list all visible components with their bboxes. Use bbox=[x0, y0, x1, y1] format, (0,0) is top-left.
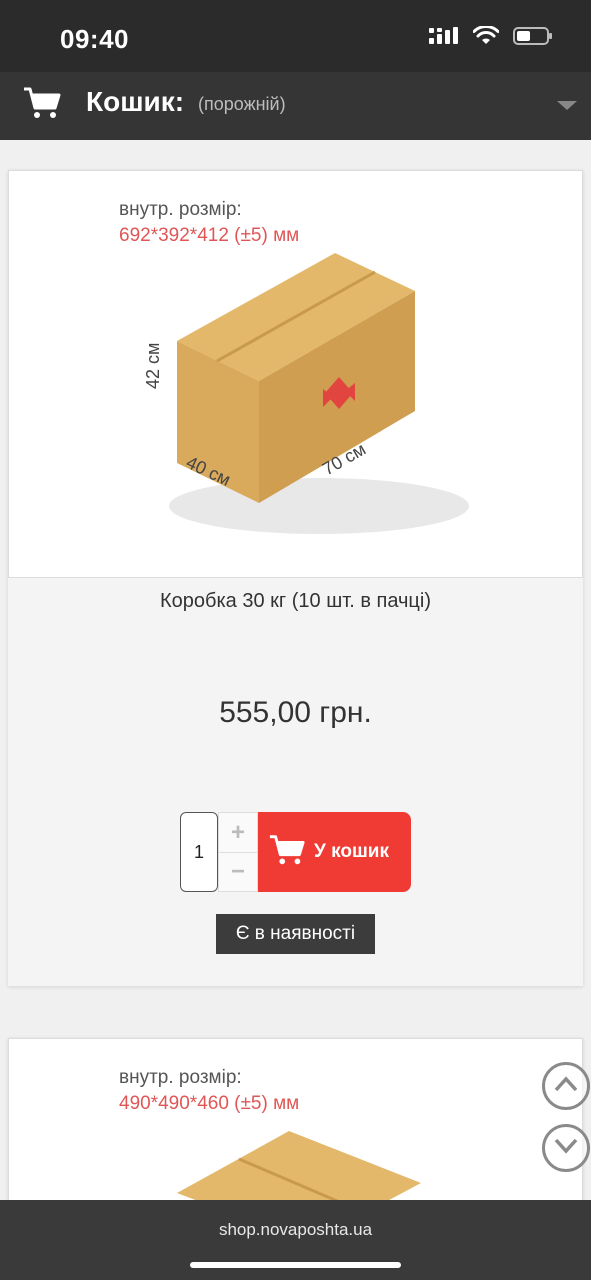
wifi-icon bbox=[472, 25, 500, 51]
product-price: 555,00 грн. bbox=[219, 696, 372, 729]
status-icons bbox=[429, 25, 553, 51]
signal-icon bbox=[429, 27, 459, 50]
url-bar[interactable]: shop.novaposhta.ua bbox=[0, 1200, 591, 1280]
chevron-down-icon bbox=[554, 1138, 578, 1159]
cart-icon bbox=[22, 86, 62, 125]
cart-header[interactable]: Кошик: (порожній) bbox=[0, 72, 591, 140]
size-label: внутр. розмір: bbox=[119, 1067, 242, 1088]
product-card: внутр. розмір: 692*392*412 (±5) мм 42 см… bbox=[8, 170, 583, 986]
quantity-decrease-button[interactable]: − bbox=[218, 852, 258, 892]
add-to-cart-label: У кошик bbox=[314, 841, 389, 862]
cart-icon bbox=[268, 833, 306, 872]
status-time: 09:40 bbox=[60, 24, 129, 54]
add-to-cart-button[interactable]: У кошик bbox=[258, 812, 411, 892]
scroll-down-button[interactable] bbox=[542, 1124, 590, 1172]
product-title[interactable]: Коробка 30 кг (10 шт. в пачці) bbox=[8, 590, 583, 613]
chevron-down-icon[interactable] bbox=[557, 98, 577, 116]
cart-title: Кошик: bbox=[86, 86, 185, 117]
stock-badge: Є в наявності bbox=[216, 914, 375, 954]
url-text[interactable]: shop.novaposhta.ua bbox=[0, 1220, 591, 1240]
size-value: 490*490*460 (±5) мм bbox=[119, 1093, 300, 1114]
status-bar: 09:40 bbox=[0, 0, 591, 72]
cart-status: (порожній) bbox=[198, 94, 286, 114]
product-image[interactable]: внутр. розмір: 692*392*412 (±5) мм 42 см… bbox=[8, 170, 583, 578]
home-indicator bbox=[190, 1262, 401, 1268]
chevron-up-icon bbox=[554, 1075, 578, 1097]
box-illustration bbox=[169, 253, 469, 534]
dimension-height-label: 42 см bbox=[143, 342, 163, 389]
scroll-up-button[interactable] bbox=[542, 1062, 590, 1110]
size-label: внутр. розмір: bbox=[119, 199, 242, 220]
quantity-input[interactable]: 1 bbox=[180, 812, 218, 892]
battery-icon bbox=[513, 26, 553, 51]
quantity-increase-button[interactable]: + bbox=[218, 812, 258, 852]
